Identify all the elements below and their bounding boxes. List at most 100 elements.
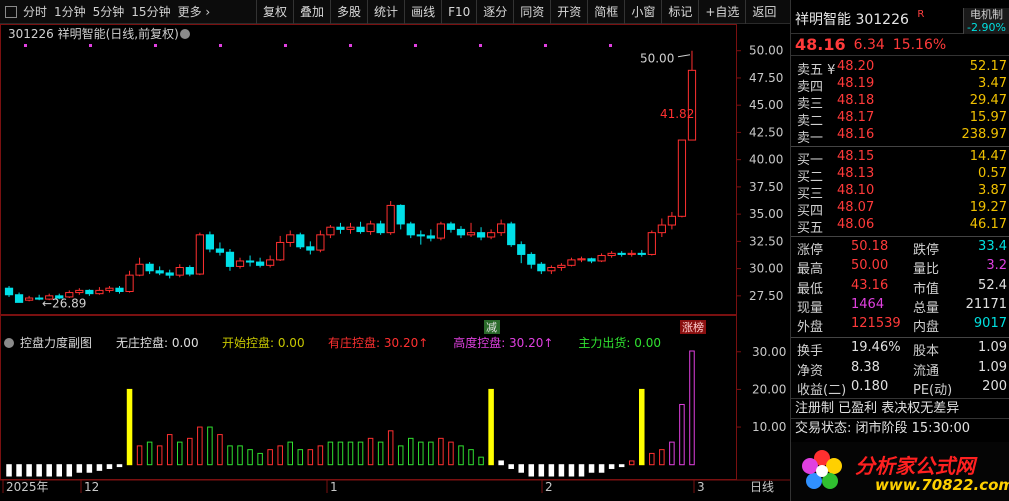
indicator-menu-icon[interactable]	[4, 338, 14, 348]
period-2[interactable]: 5分钟	[93, 3, 125, 20]
industry-box[interactable]: 电机制 -2.90%	[963, 8, 1009, 34]
candle[interactable]	[155, 266, 164, 276]
bid-row-2[interactable]: 买三 48.10 3.87	[791, 183, 1009, 202]
candle[interactable]	[346, 222, 355, 234]
candle[interactable]	[647, 230, 656, 256]
ask-row-0[interactable]: 卖五 ¥48.20 52.17	[791, 59, 1009, 78]
candle[interactable]	[376, 220, 385, 235]
toolbar-button-6[interactable]: 逐分	[476, 0, 513, 24]
candle[interactable]	[446, 221, 456, 233]
candle[interactable]	[466, 222, 476, 238]
candle[interactable]	[627, 250, 636, 257]
candle[interactable]	[667, 211, 677, 230]
candle[interactable]	[517, 241, 526, 264]
tag-jian[interactable]: 减	[486, 321, 497, 334]
candle[interactable]	[185, 265, 194, 277]
tag-zhangbang[interactable]: 涨榜	[682, 320, 704, 334]
candle[interactable]	[326, 225, 335, 239]
toolbar-button-9[interactable]: 简框	[587, 0, 624, 24]
ask-row-4[interactable]: 卖一 48.16 238.97	[791, 127, 1009, 146]
candle[interactable]	[687, 50, 697, 141]
candle[interactable]	[677, 139, 687, 218]
candle[interactable]	[266, 255, 275, 268]
candle[interactable]	[85, 289, 94, 296]
candle[interactable]	[436, 221, 446, 241]
toolbar-button-2[interactable]: 多股	[330, 0, 367, 24]
period-1[interactable]: 1分钟	[54, 3, 86, 20]
candle[interactable]	[316, 230, 325, 253]
candle[interactable]	[597, 253, 606, 263]
candle[interactable]	[195, 232, 204, 276]
candle[interactable]	[336, 222, 345, 234]
candle[interactable]	[426, 229, 435, 242]
candle[interactable]	[14, 292, 24, 303]
candle[interactable]	[386, 201, 395, 235]
candle[interactable]	[75, 288, 84, 295]
candle[interactable]	[145, 262, 154, 275]
candle[interactable]	[135, 257, 144, 277]
candle[interactable]	[456, 226, 466, 239]
toolbar-button-1[interactable]: 叠加	[293, 0, 330, 24]
kline-chart[interactable]: 301226 祥明智能(日线,前复权) 50.00 47.50 45.00 42.50 4…	[0, 24, 790, 493]
toolbar-button-8[interactable]: 开资	[550, 0, 587, 24]
candle[interactable]	[507, 221, 516, 247]
toolbar-button-10[interactable]: 小窗	[624, 0, 661, 24]
toolbar-button-7[interactable]: 同资	[513, 0, 550, 24]
candle[interactable]	[356, 221, 365, 234]
ask-row-1[interactable]: 卖四 48.19 3.47	[791, 76, 1009, 95]
candle[interactable]	[557, 263, 566, 271]
candle[interactable]	[296, 232, 305, 249]
candle[interactable]	[476, 227, 486, 241]
period-3[interactable]: 15分钟	[131, 3, 170, 20]
candle[interactable]	[115, 286, 124, 294]
candle[interactable]	[105, 286, 114, 293]
bid-row-0[interactable]: 买一 48.15 14.47	[791, 149, 1009, 168]
candle[interactable]	[245, 255, 255, 267]
candle[interactable]	[547, 265, 556, 275]
bid-row-1[interactable]: 买二 48.13 0.57	[791, 166, 1009, 185]
candle[interactable]	[587, 257, 596, 264]
candle[interactable]	[306, 241, 315, 255]
chevron-down-icon[interactable]	[180, 29, 190, 39]
period-4[interactable]: 更多 ›	[178, 3, 211, 20]
toolbar-button-3[interactable]: 统计	[367, 0, 404, 24]
candle[interactable]	[276, 235, 285, 261]
candle[interactable]	[175, 264, 184, 278]
candle[interactable]	[366, 220, 375, 235]
candle[interactable]	[657, 218, 666, 238]
candle[interactable]	[215, 242, 225, 256]
candle[interactable]	[537, 262, 546, 275]
candle[interactable]	[637, 250, 646, 257]
candle[interactable]	[165, 269, 174, 279]
candle[interactable]	[205, 231, 215, 253]
candle[interactable]	[497, 219, 506, 236]
candle[interactable]	[416, 230, 425, 245]
toolbar-button-0[interactable]: 复权	[256, 0, 293, 24]
toolbar-button-11[interactable]: 标记	[661, 0, 698, 24]
candle[interactable]	[255, 257, 265, 268]
candle[interactable]	[527, 252, 536, 269]
candle[interactable]	[396, 204, 405, 230]
toolbar-button-4[interactable]: 画线	[404, 0, 441, 24]
candle[interactable]	[125, 270, 134, 293]
toolbar-button-12[interactable]: +自选	[698, 0, 745, 24]
toolbar-button-5[interactable]: F10	[441, 0, 476, 24]
candle[interactable]	[577, 256, 586, 263]
candle[interactable]	[225, 248, 235, 271]
toolbar-button-13[interactable]: 返回	[745, 0, 782, 24]
candle[interactable]	[607, 251, 616, 258]
bid-row-3[interactable]: 买四 48.07 19.27	[791, 200, 1009, 219]
ask-row-3[interactable]: 卖二 48.17 15.97	[791, 110, 1009, 129]
candle[interactable]	[4, 286, 14, 297]
bid-row-4[interactable]: 买五 48.06 46.17	[791, 217, 1009, 236]
checkbox-icon[interactable]	[5, 5, 17, 18]
candle[interactable]	[486, 229, 496, 240]
ask-row-2[interactable]: 卖三 48.18 29.47	[791, 93, 1009, 112]
candle[interactable]	[406, 221, 415, 239]
candle[interactable]	[24, 295, 34, 302]
candle[interactable]	[617, 251, 626, 257]
candle[interactable]	[286, 230, 295, 247]
candle[interactable]	[235, 257, 245, 269]
candle[interactable]	[95, 287, 104, 295]
candle[interactable]	[567, 257, 576, 267]
